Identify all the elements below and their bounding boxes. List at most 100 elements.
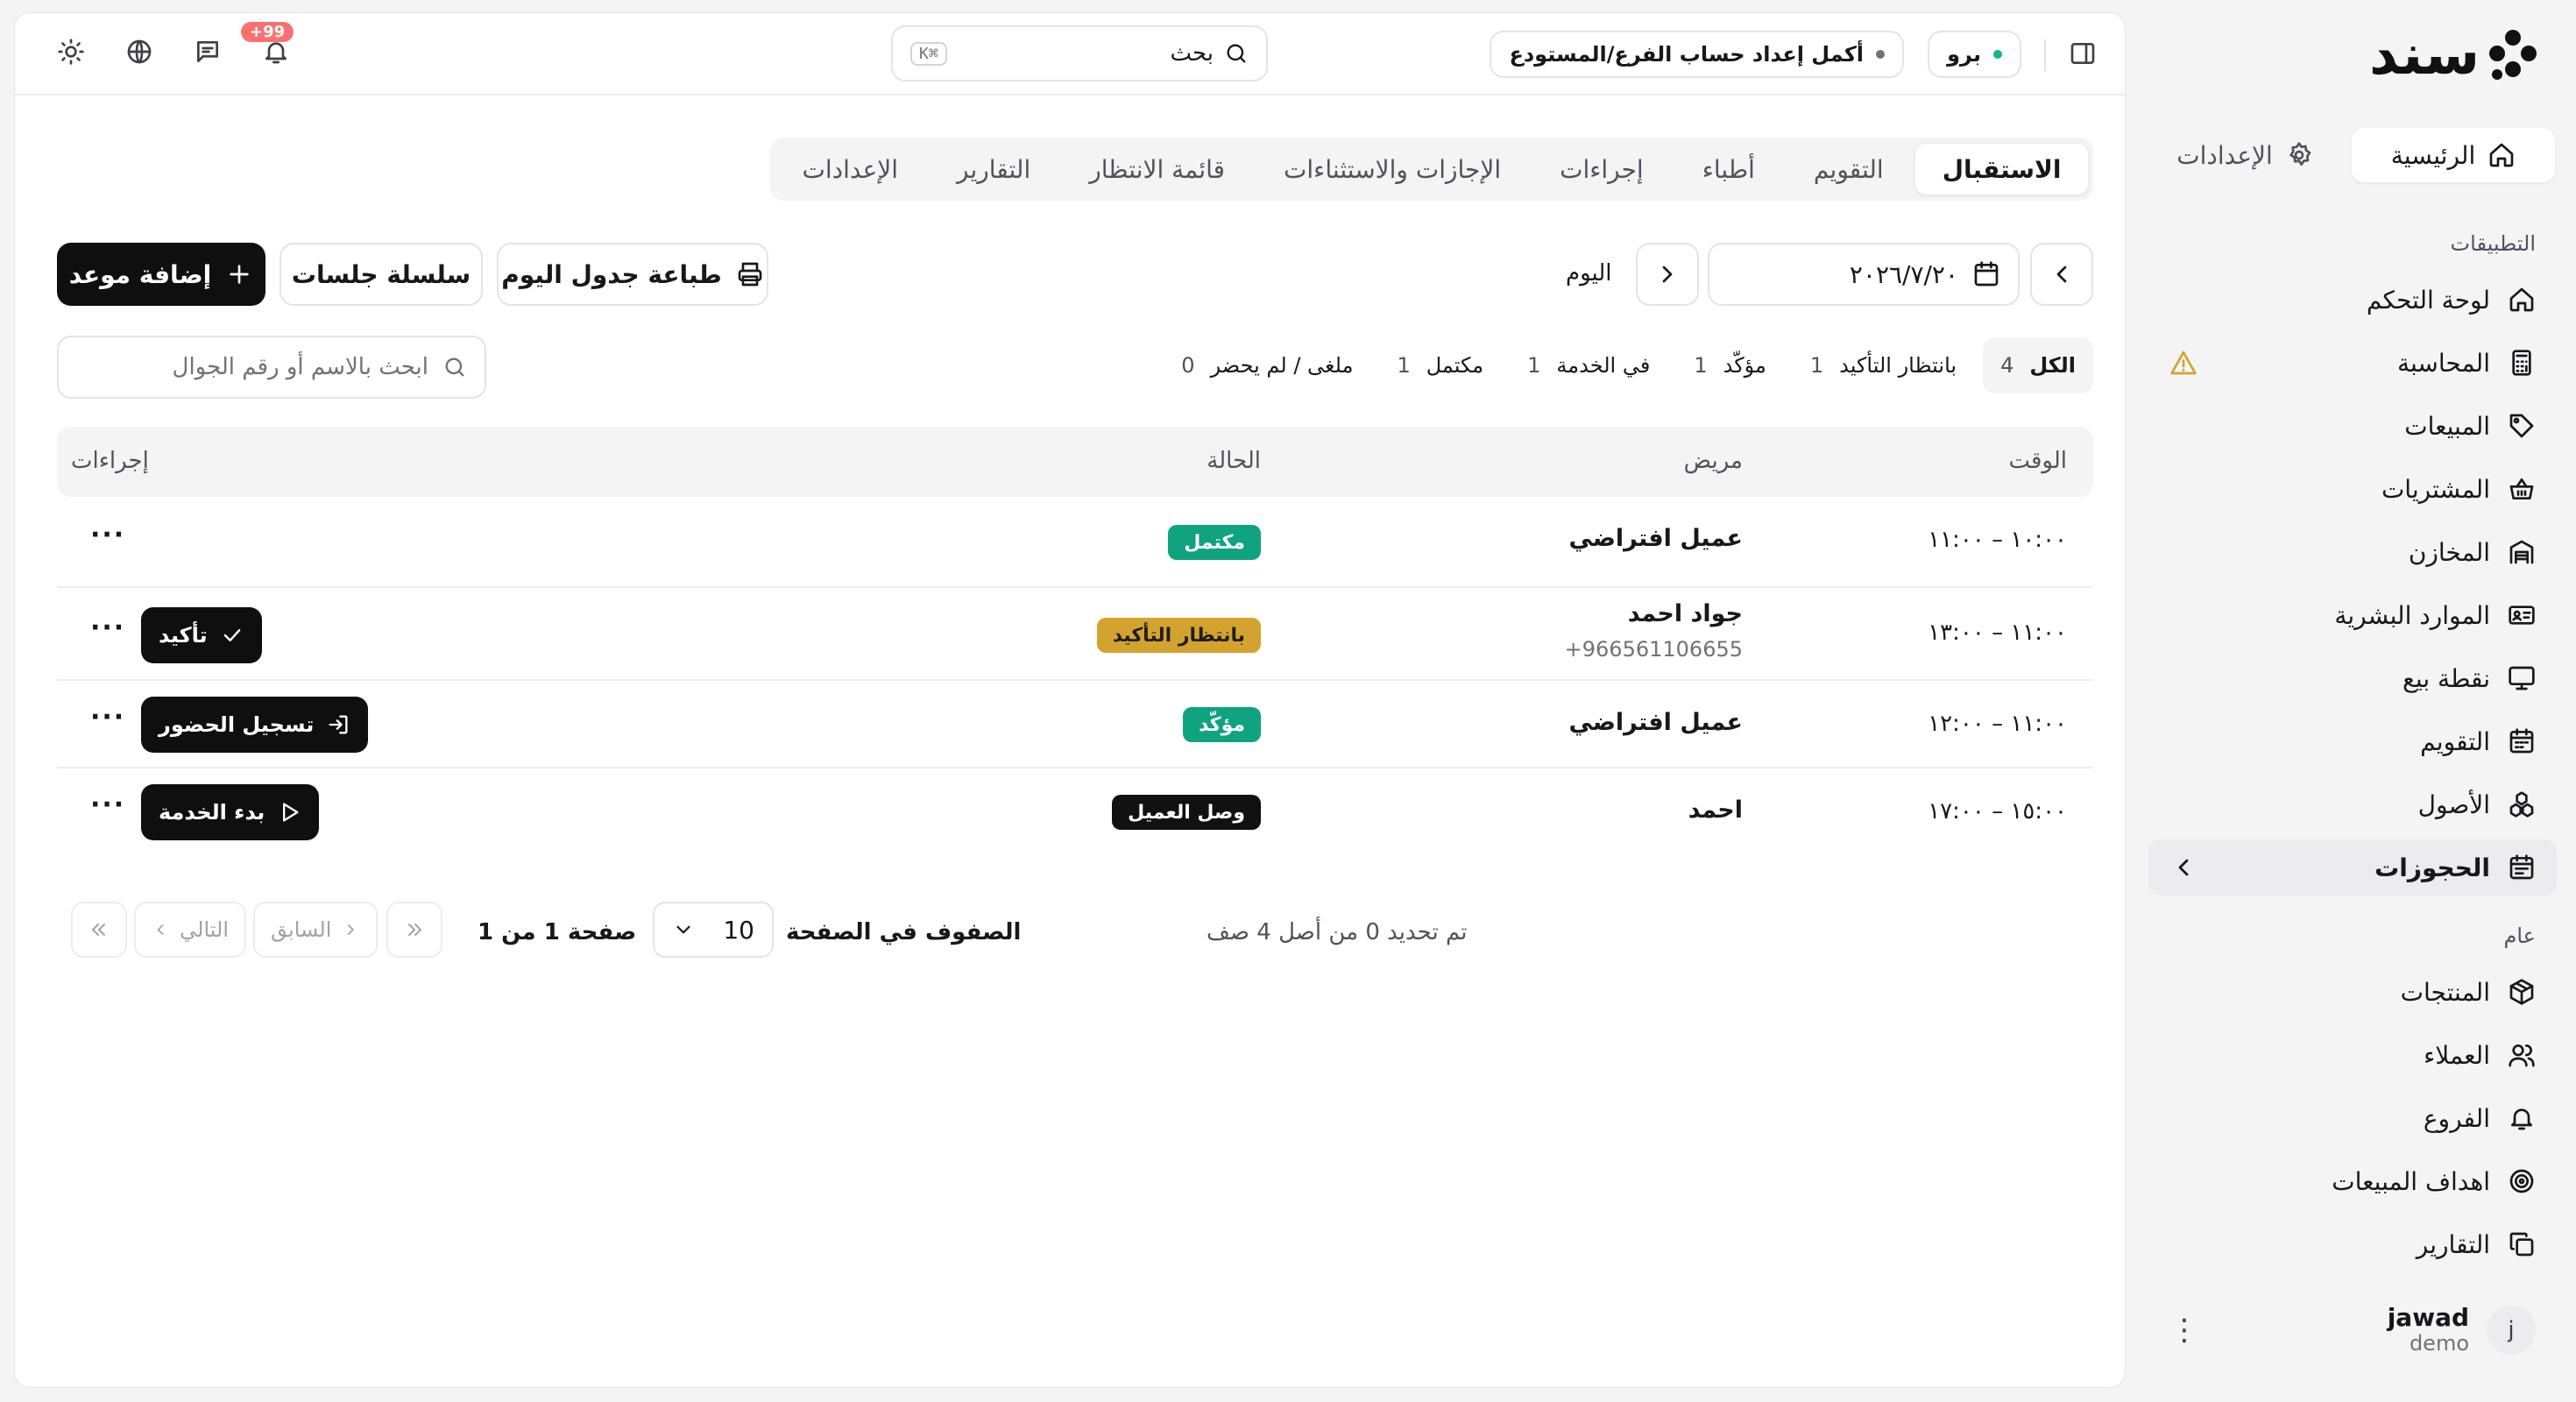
sidebar-item-hr[interactable]: الموارد البشرية <box>2148 587 2557 643</box>
printer-icon <box>738 262 762 287</box>
messages-button[interactable] <box>194 38 222 66</box>
check-icon <box>223 629 240 641</box>
sidebar-item-reports[interactable]: التقارير <box>2148 1216 2557 1272</box>
sidebar-item-customers[interactable]: العملاء <box>2148 1027 2557 1083</box>
user-card[interactable]: j jawad demo ⋮ <box>2148 1293 2557 1367</box>
row-time: ١١:٠٠ – ١٣:٠٠ <box>1928 620 2067 646</box>
row-more-button[interactable]: ··· <box>90 612 125 643</box>
top-header: برو أكمل إعداد حساب الفرع/المستودع بحث ⌘… <box>15 13 2125 96</box>
sidebar-item-branches[interactable]: الفروع <box>2148 1090 2557 1146</box>
tab-calendar[interactable]: التقويم <box>1787 144 1910 195</box>
next-day-button[interactable] <box>1636 243 1699 306</box>
tab-leaves[interactable]: الإجازات والاستثناءات <box>1257 144 1528 195</box>
chevron-right-icon <box>1662 266 1673 283</box>
check-in-button[interactable]: تسجيل الحضور <box>141 697 369 753</box>
table-row: ١١:٠٠ – ١٣:٠٠ جواد احمد +966561106655 با… <box>57 588 2093 681</box>
today-button[interactable]: اليوم <box>1566 260 1612 287</box>
sidebar-item-label: نقطة بيع <box>2403 663 2490 693</box>
row-more-button[interactable]: ··· <box>90 702 125 733</box>
tab-home[interactable]: الرئيسية <box>2352 128 2555 182</box>
tab-reception[interactable]: الاستقبال <box>1915 144 2088 195</box>
filter-completed[interactable]: مكتمل 1 <box>1379 337 1501 393</box>
date-picker[interactable]: ٢٠٢٦/٧/٢٠ <box>1708 243 2020 306</box>
home-icon <box>2509 287 2534 312</box>
confirm-button[interactable]: تأكيد <box>141 607 262 663</box>
sidebar-item-products[interactable]: المنتجات <box>2148 964 2557 1020</box>
plan-label: برو <box>1947 42 1981 67</box>
sidebar-item-purchases[interactable]: المشتريات <box>2148 461 2557 517</box>
selected-rows-text: تم تحديد 0 من أصل 4 صف <box>1207 919 1468 945</box>
sidebar-item-dashboard[interactable]: لوحة التحكم <box>2148 272 2557 328</box>
filter-pending[interactable]: بانتظار التأكيد 1 <box>1793 337 1974 393</box>
sidebar-item-calendar[interactable]: التقويم <box>2148 713 2557 769</box>
row-patient[interactable]: عميل افتراضي <box>1569 709 1743 736</box>
table-row: ١٠:٠٠ – ١١:٠٠ عميل افتراضي مكتمل ··· <box>57 497 2093 588</box>
sidebar-item-pos[interactable]: نقطة بيع <box>2148 650 2557 706</box>
page-indicator: صفحة 1 من 1 <box>478 919 637 945</box>
filter-all[interactable]: الكل 4 <box>1983 337 2093 393</box>
notifications-button[interactable]: +99 <box>241 22 294 66</box>
patient-search-input[interactable]: ابحث بالاسم أو رقم الجوال <box>57 336 486 399</box>
status-badge: مؤكّد <box>1183 707 1261 742</box>
row-patient[interactable]: جواد احمد <box>1628 600 1743 627</box>
plus-icon <box>230 265 249 284</box>
module-tabs: الاستقبال التقويم أطباء إجراءات الإجازات… <box>770 138 2093 201</box>
sidebar-item-assets[interactable]: الأصول <box>2148 776 2557 832</box>
sidebar-item-sales-goals[interactable]: اهداف المبيعات <box>2148 1153 2557 1209</box>
sidebar-item-accounting[interactable]: المحاسبة <box>2148 335 2557 391</box>
filter-count: 1 <box>1527 353 1541 378</box>
prev-day-button[interactable] <box>2030 243 2093 306</box>
start-service-button[interactable]: بدء الخدمة <box>141 784 320 840</box>
tab-settings[interactable]: الإعدادات <box>775 144 925 195</box>
tab-settings[interactable]: الإعدادات <box>2143 128 2346 182</box>
add-appointment-button[interactable]: إضافة موعد <box>57 243 265 306</box>
apps-group-label: التطبيقات <box>2450 231 2536 256</box>
login-icon <box>329 715 348 734</box>
toggle-sidebar-button[interactable] <box>2069 39 2097 67</box>
header-divider <box>2044 39 2046 71</box>
language-button[interactable] <box>125 38 153 66</box>
general-group-label: عام <box>2503 924 2537 948</box>
calendar-icon <box>1974 261 1999 287</box>
sidebar-item-sales[interactable]: المبيعات <box>2148 398 2557 454</box>
sidebar-item-warehouses[interactable]: المخازن <box>2148 524 2557 580</box>
rows-per-page-select[interactable]: 10 <box>653 902 774 958</box>
last-page-button[interactable] <box>71 902 127 958</box>
setup-account-button[interactable]: أكمل إعداد حساب الفرع/المستودع <box>1490 31 1904 78</box>
theme-toggle-button[interactable] <box>57 38 85 66</box>
prev-page-button[interactable]: السابق <box>253 902 378 958</box>
filter-in-service[interactable]: في الخدمة 1 <box>1510 337 1667 393</box>
sidebar-item-label: الفروع <box>2423 1103 2490 1133</box>
row-more-button[interactable]: ··· <box>90 520 125 550</box>
sidebar-item-label: المخازن <box>2408 537 2490 567</box>
tab-procedures[interactable]: إجراءات <box>1533 144 1671 195</box>
sidebar: سند الرئيسية الإعدادات التطبيقات لوحة ال… <box>2129 0 2576 1402</box>
date-value: ٢٠٢٦/٧/٢٠ <box>1849 259 1958 289</box>
row-more-button[interactable]: ··· <box>90 790 125 820</box>
more-vertical-icon[interactable]: ⋮ <box>2169 1313 2199 1348</box>
tab-reports[interactable]: التقارير <box>931 144 1058 195</box>
status-badge: وصل العميل <box>1112 795 1261 830</box>
first-page-button[interactable] <box>386 902 442 958</box>
filter-confirmed[interactable]: مؤكّد 1 <box>1676 337 1784 393</box>
print-schedule-button[interactable]: طباعة جدول اليوم <box>497 243 768 306</box>
sidebar-item-bookings[interactable]: الحجوزات <box>2148 839 2557 896</box>
plan-badge[interactable]: برو <box>1928 31 2021 78</box>
sidebar-item-label: المشتريات <box>2381 474 2490 504</box>
row-phone: +966561106655 <box>1564 637 1743 662</box>
tag-icon <box>2509 414 2534 438</box>
row-patient[interactable]: عميل افتراضي <box>1569 525 1743 552</box>
tab-waitlist[interactable]: قائمة الانتظار <box>1063 144 1252 195</box>
global-search-input[interactable]: بحث ⌘K <box>891 25 1268 81</box>
next-page-button[interactable]: التالي <box>134 902 246 958</box>
avatar: j <box>2487 1306 2536 1355</box>
session-series-button[interactable]: سلسلة جلسات <box>280 243 483 306</box>
tab-doctors[interactable]: أطباء <box>1675 144 1781 195</box>
package-icon <box>2509 979 2534 1005</box>
filter-cancelled[interactable]: ملغى / لم يحضر 0 <box>1164 337 1370 393</box>
rows-per-page-label: الصفوف في الصفحة <box>786 919 1022 945</box>
status-badge: بانتظار التأكيد <box>1096 618 1261 653</box>
brand-logo[interactable]: سند <box>2369 23 2539 88</box>
warehouse-icon <box>2509 540 2534 564</box>
row-patient[interactable]: احمد <box>1688 797 1743 824</box>
